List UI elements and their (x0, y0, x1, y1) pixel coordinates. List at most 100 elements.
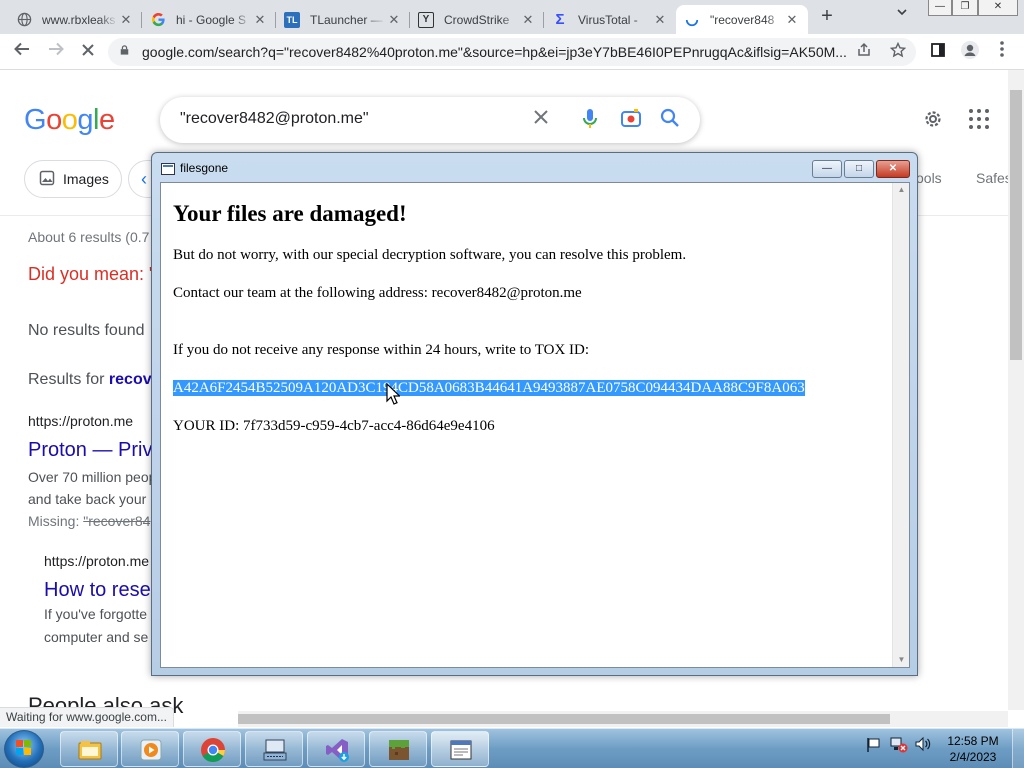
window-app-icon (161, 163, 175, 175)
camera-lens-icon[interactable] (620, 108, 642, 136)
scrollbar-thumb[interactable] (238, 714, 890, 724)
minimize-button[interactable]: — (928, 0, 952, 16)
chip-images[interactable]: Images (24, 160, 122, 198)
profile-avatar-icon[interactable] (958, 40, 982, 64)
address-url[interactable]: google.com/search?q="recover8482%40proto… (142, 44, 852, 60)
results-for-term[interactable]: recov (109, 371, 152, 388)
result-url[interactable]: https://proton.me (28, 413, 133, 429)
tab-strip: www.rbxleaks ✕ hi - Google S ✕ TL TLaunc… (0, 0, 1024, 34)
google-apps-icon[interactable] (968, 108, 990, 130)
restore-button[interactable]: ❐ (952, 0, 978, 16)
taskbar-keyboard-app[interactable] (245, 731, 303, 767)
volume-icon[interactable] (914, 735, 932, 756)
tab-virustotal[interactable]: Σ VirusTotal - ✕ (544, 5, 676, 34)
ransom-contact-line: Contact our team at the following addres… (173, 285, 582, 301)
chip-tools[interactable]: ools (916, 170, 942, 186)
chrome-icon (201, 738, 225, 762)
filesgone-window-icon (450, 740, 472, 760)
ransom-note-content[interactable]: Your files are damaged! But do not worry… (160, 182, 910, 668)
show-desktop-button[interactable] (1012, 729, 1024, 768)
taskbar-clock[interactable]: 12:58 PM 2/4/2023 (940, 733, 1006, 765)
mouse-pointer-icon (386, 383, 400, 405)
ransom-heading: Your files are damaged! (173, 201, 407, 226)
taskbar-filesgone[interactable] (431, 731, 489, 767)
google-search-box[interactable]: "recover8482@proton.me" (160, 97, 700, 143)
tox-id-line[interactable]: A42A6F2454B52509A120AD3C194CD58A0683B446… (173, 380, 805, 397)
scrollbar-thumb[interactable] (1010, 90, 1022, 360)
missing-term: "recover84 (83, 513, 151, 529)
network-warning-icon[interactable] (890, 735, 908, 756)
globe-icon (16, 12, 32, 28)
no-results-text: No results found (28, 322, 145, 339)
google-logo[interactable]: Google (24, 104, 115, 137)
close-icon[interactable]: ✕ (520, 12, 536, 28)
microphone-icon[interactable] (582, 107, 598, 137)
windows-logo-icon (16, 740, 31, 755)
new-tab-button[interactable]: + (816, 5, 838, 27)
close-icon[interactable]: ✕ (252, 12, 268, 28)
tab-search-chevron-icon[interactable] (896, 6, 908, 21)
bookmark-star-icon[interactable] (889, 41, 907, 62)
taskbar-media-player[interactable] (121, 731, 179, 767)
close-icon[interactable]: ✕ (784, 12, 800, 28)
lock-icon (120, 45, 129, 55)
dialog-minimize-button[interactable]: — (812, 160, 842, 178)
close-icon[interactable]: ✕ (118, 12, 134, 28)
action-center-flag-icon[interactable] (866, 735, 884, 756)
kebab-menu-icon[interactable] (990, 40, 1014, 64)
close-icon[interactable]: ✕ (652, 12, 668, 28)
scroll-up-arrow-icon[interactable]: ▲ (893, 183, 910, 197)
tlauncher-icon: TL (284, 11, 300, 28)
page-vertical-scrollbar[interactable] (1008, 70, 1024, 710)
google-icon (150, 12, 166, 28)
chip-safesearch[interactable]: Safes (976, 170, 1012, 186)
taskbar-explorer[interactable] (60, 731, 118, 767)
address-bar[interactable]: google.com/search?q="recover8482%40proto… (108, 38, 916, 66)
ransom-note-window[interactable]: filesgone — □ ✕ Your files are damaged! … (151, 152, 918, 676)
tab-recover-search[interactable]: "recover848 ✕ (676, 5, 808, 34)
logo-letter: o (61, 104, 78, 136)
result-title-link[interactable]: Proton — Priva (28, 439, 164, 462)
result-title-link[interactable]: How to rese (44, 579, 151, 602)
share-icon[interactable] (856, 42, 872, 62)
media-player-icon (140, 739, 162, 761)
settings-gear-icon[interactable] (922, 108, 944, 136)
clock-time: 12:58 PM (947, 734, 999, 748)
page-horizontal-scrollbar[interactable] (238, 711, 1008, 727)
tox-id-selected[interactable]: A42A6F2454B52509A120AD3C194CD58A0683B446… (173, 380, 805, 396)
windows-taskbar: 12:58 PM 2/4/2023 (0, 728, 1024, 768)
tab-title: www.rbxleaks (42, 12, 116, 27)
side-panel-icon[interactable] (926, 40, 950, 64)
forward-arrow-icon[interactable] (44, 40, 68, 64)
close-window-button[interactable]: ✕ (978, 0, 1018, 16)
results-for-line: Results for recov (28, 371, 152, 389)
dialog-maximize-button[interactable]: □ (844, 160, 874, 178)
stop-loading-icon[interactable] (76, 40, 100, 64)
scroll-down-arrow-icon[interactable]: ▼ (893, 653, 910, 667)
taskbar-minecraft[interactable] (369, 731, 427, 767)
logo-letter: e (98, 104, 115, 136)
result-url[interactable]: https://proton.me (44, 553, 149, 569)
taskbar-chrome[interactable] (183, 731, 241, 767)
results-count: About 6 results (0.7 (28, 229, 150, 245)
taskbar-visual-studio[interactable] (307, 731, 365, 767)
did-you-mean[interactable]: Did you mean: " (28, 264, 155, 285)
tab-title: hi - Google S (176, 12, 247, 27)
tab-title: "recover848 (710, 12, 775, 27)
tab-rbxleaks[interactable]: www.rbxleaks ✕ (8, 5, 142, 34)
browser-toolbar: google.com/search?q="recover8482%40proto… (0, 34, 1024, 70)
keyboard-app-icon (263, 739, 287, 761)
close-icon[interactable]: ✕ (386, 12, 402, 28)
tab-crowdstrike[interactable]: Y CrowdStrike ✕ (410, 5, 544, 34)
dialog-scrollbar[interactable]: ▲ ▼ (892, 183, 909, 667)
start-button[interactable] (4, 730, 44, 768)
tab-title: TLauncher — (310, 12, 383, 27)
search-input[interactable]: "recover8482@proton.me" (180, 110, 369, 128)
tab-google-hi[interactable]: hi - Google S ✕ (142, 5, 276, 34)
back-arrow-icon[interactable] (10, 40, 34, 64)
clear-search-icon[interactable] (532, 108, 550, 132)
logo-letter: g (77, 104, 93, 136)
tab-tlauncher[interactable]: TL TLauncher — ✕ (276, 5, 410, 34)
search-icon[interactable] (660, 108, 680, 134)
dialog-close-button[interactable]: ✕ (876, 160, 910, 178)
